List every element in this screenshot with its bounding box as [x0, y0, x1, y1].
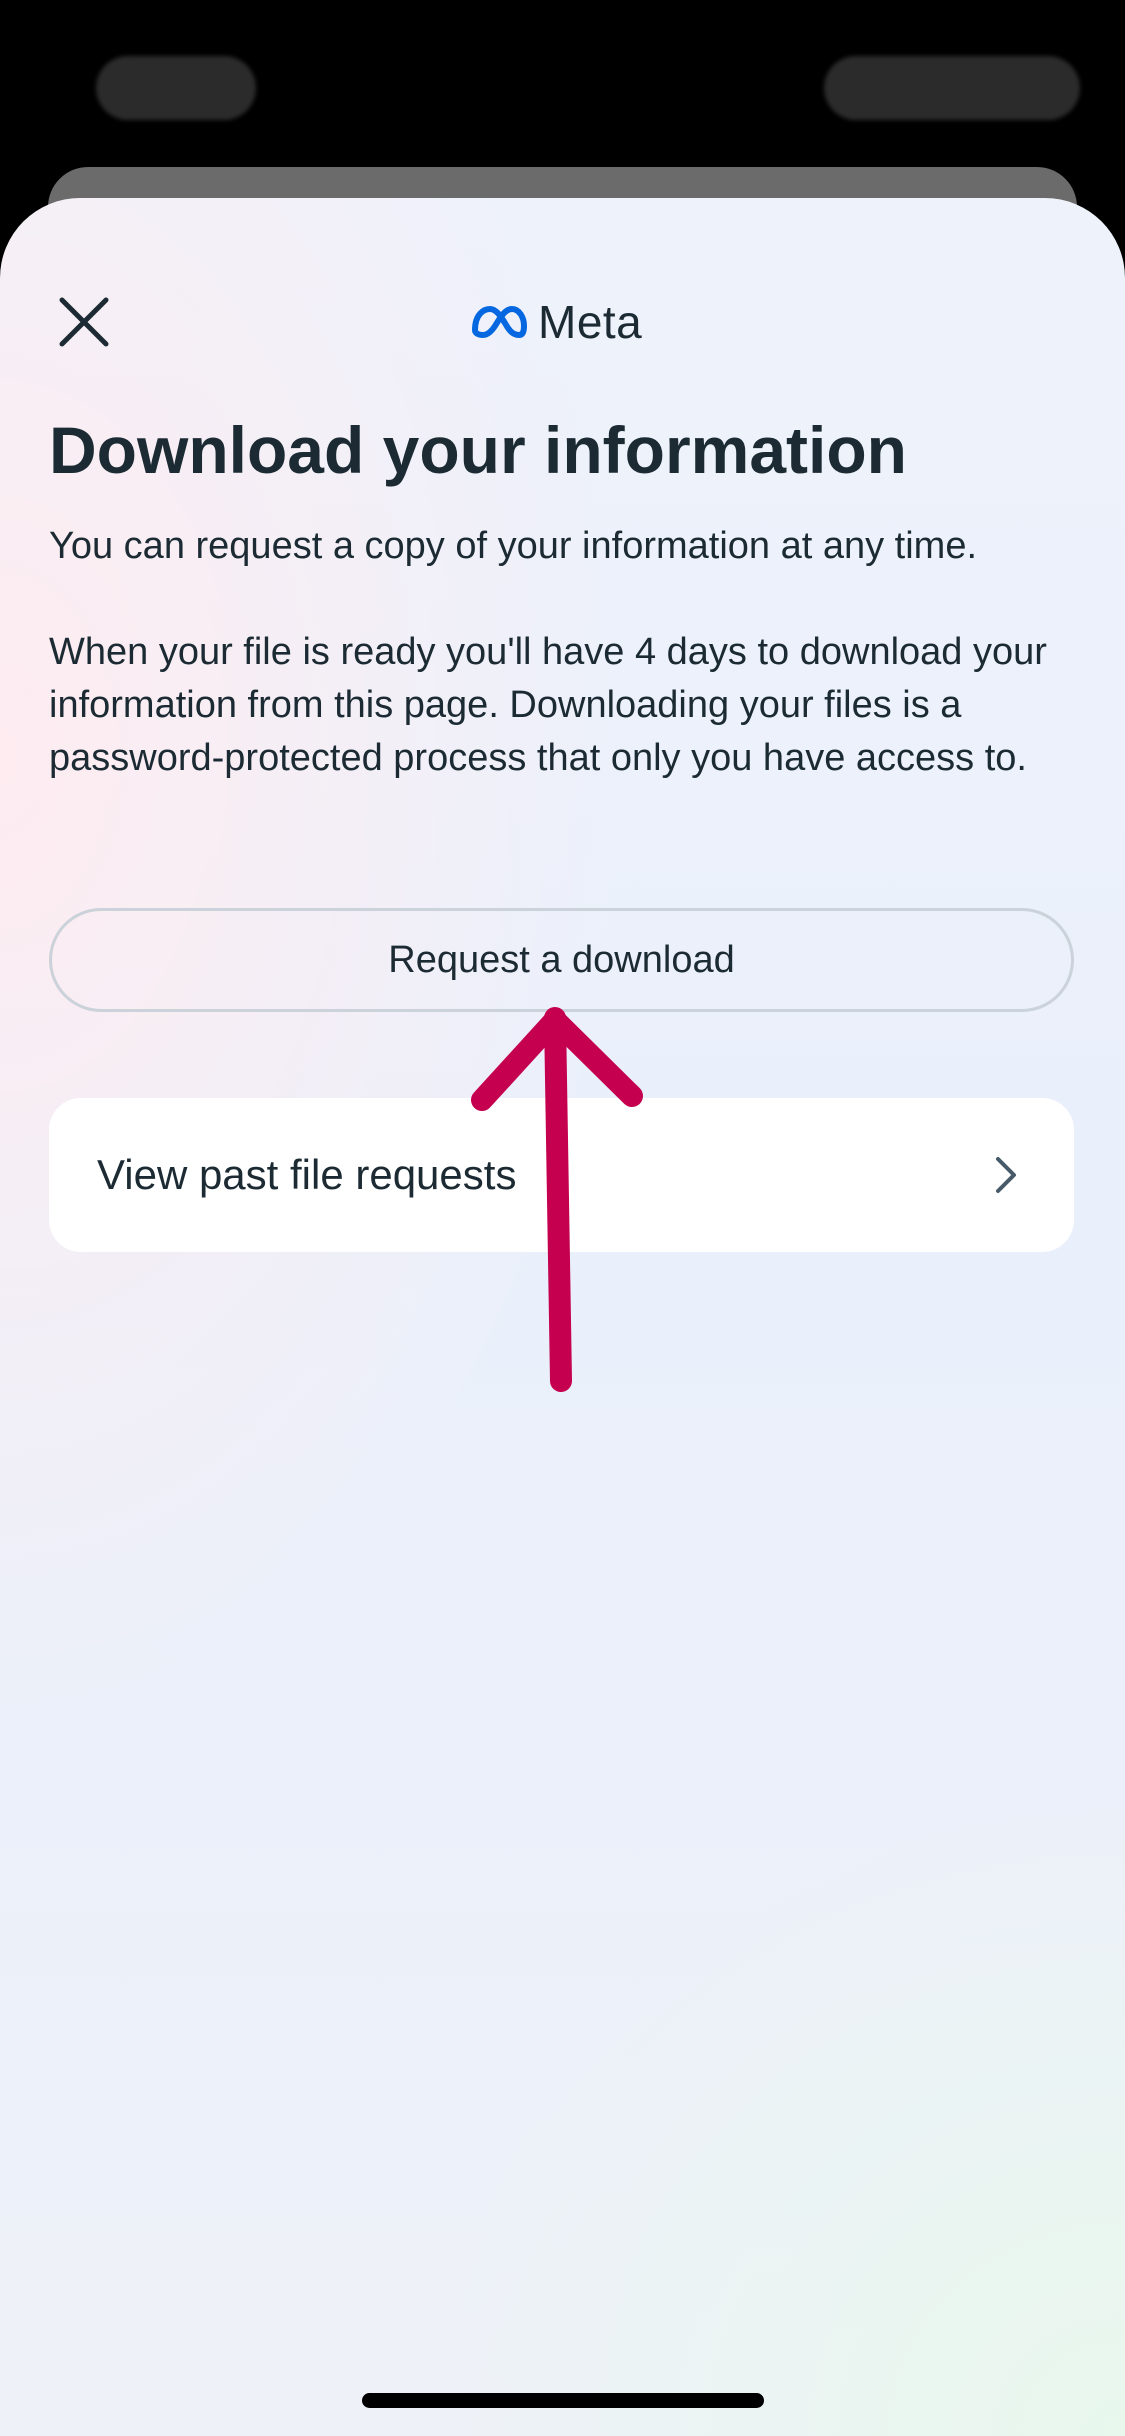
close-button[interactable] [48, 286, 120, 358]
download-info-sheet: Meta Download your information You can r… [0, 198, 1125, 2436]
meta-logo-text: Meta [538, 296, 643, 348]
chevron-right-icon [986, 1155, 1026, 1195]
request-download-button[interactable]: Request a download [49, 908, 1074, 1012]
status-bar [0, 0, 1125, 160]
screen: Meta Download your information You can r… [0, 0, 1125, 2436]
view-past-file-requests-row[interactable]: View past file requests [49, 1098, 1074, 1252]
close-icon [59, 297, 109, 347]
page-title: Download your information [49, 413, 907, 487]
details-text: When your file is ready you'll have 4 da… [49, 631, 1047, 779]
status-time-redacted [96, 56, 256, 120]
meta-logo: Meta [470, 296, 642, 348]
intro-text: You can request a copy of your informati… [49, 525, 978, 567]
home-indicator [362, 2393, 764, 2408]
past-requests-label: View past file requests [97, 1151, 517, 1198]
status-icons-redacted [824, 56, 1080, 120]
meta-infinity-icon [472, 306, 527, 338]
